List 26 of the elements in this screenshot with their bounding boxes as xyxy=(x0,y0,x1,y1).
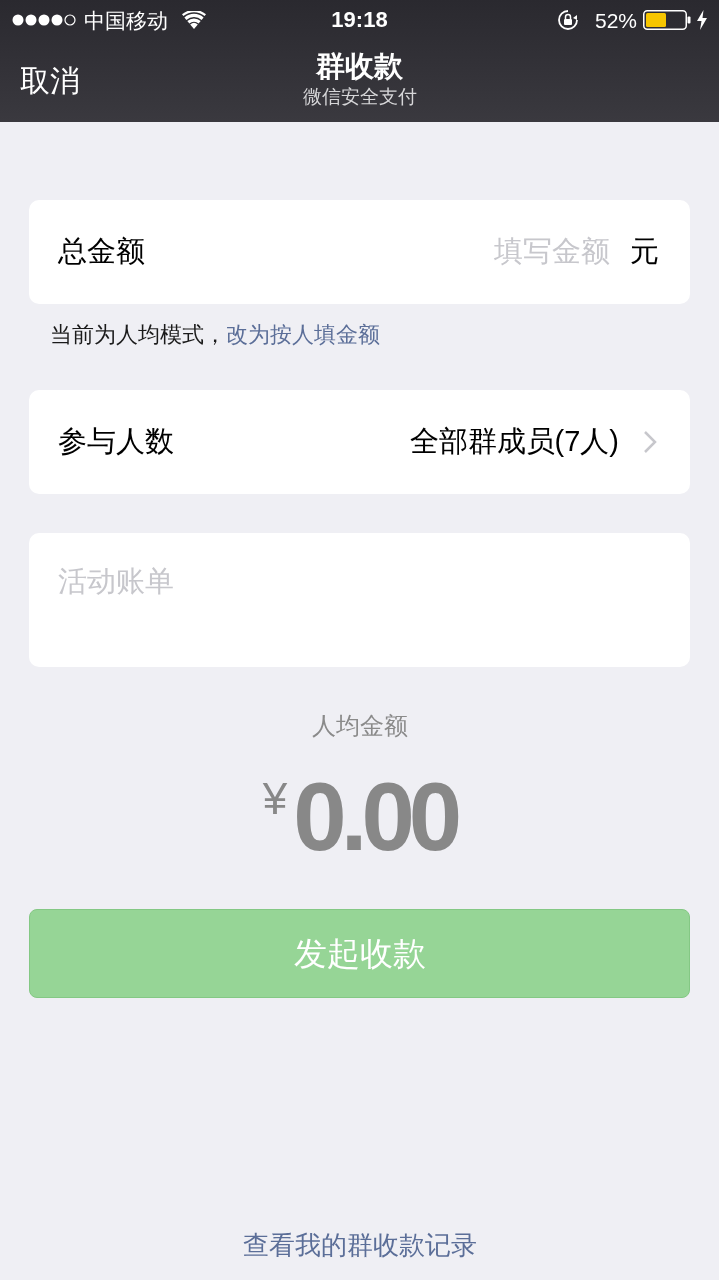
carrier-name: 中国移动 xyxy=(84,9,168,31)
currency-unit: 元 xyxy=(630,234,659,270)
page-subtitle: 微信安全支付 xyxy=(302,85,417,109)
note-field[interactable]: 活动账单 xyxy=(29,533,690,667)
amount-value: 0.00 xyxy=(293,777,457,857)
cancel-button[interactable]: 取消 xyxy=(20,66,80,96)
chevron-right-icon xyxy=(643,430,657,454)
currency-symbol: ¥ xyxy=(262,777,288,821)
records-link[interactable]: 查看我的群收款记录 xyxy=(242,1228,477,1262)
amount-input[interactable]: 填写金额 xyxy=(145,230,610,274)
total-amount-label: 总金额 xyxy=(58,234,145,270)
amount-field[interactable]: 总金额 填写金额 元 xyxy=(29,200,690,304)
battery-icon xyxy=(643,10,691,30)
rotation-lock-icon xyxy=(556,9,579,31)
wifi-icon xyxy=(182,11,206,29)
page-title: 群收款 xyxy=(316,49,403,84)
signal-strength-icon xyxy=(12,14,78,26)
charging-bolt-icon xyxy=(697,10,707,30)
mode-hint: 当前为人均模式，改为按人填金额 xyxy=(50,321,380,349)
participants-value: 全部群成员(7人) xyxy=(409,424,619,460)
battery-percent: 52% xyxy=(594,9,637,31)
participants-label: 参与人数 xyxy=(58,424,175,460)
per-person-label: 人均金额 xyxy=(311,711,408,741)
clock-time: 19:18 xyxy=(331,9,388,31)
change-mode-link[interactable]: 改为按人填金额 xyxy=(226,322,380,347)
participants-row[interactable]: 参与人数 全部群成员(7人) xyxy=(29,390,690,494)
